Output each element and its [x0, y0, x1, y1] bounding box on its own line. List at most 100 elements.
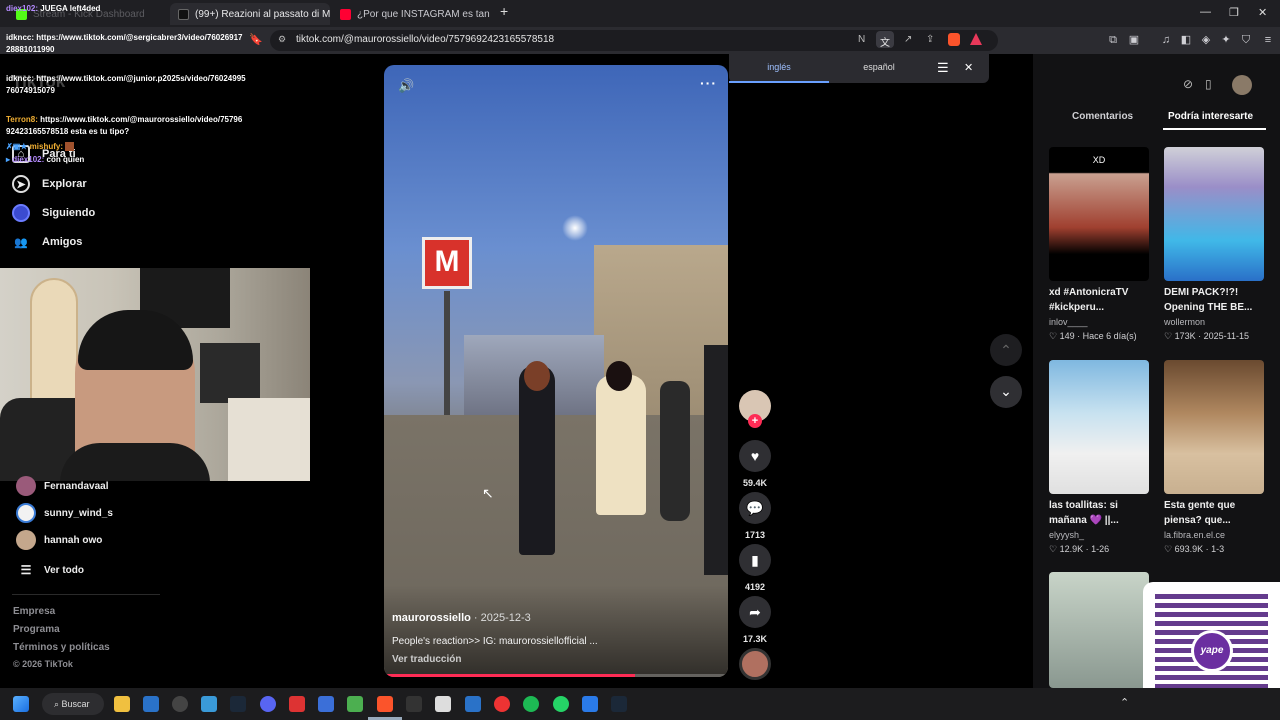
epic-games-icon[interactable] — [406, 696, 422, 712]
bed — [228, 398, 310, 481]
bookmark-icon[interactable]: 🔖 — [249, 34, 263, 46]
steam-icon[interactable] — [230, 696, 246, 712]
app-icon[interactable] — [201, 696, 217, 712]
upload-icon[interactable]: ⊘ — [1183, 77, 1193, 91]
tab-youtube[interactable]: ¿Por que INSTAGRAM es tan RACISTA × — [332, 3, 492, 25]
copyright: © 2026 TikTok — [13, 659, 73, 669]
brave-icon[interactable] — [377, 696, 393, 712]
whatsapp-icon[interactable] — [553, 696, 569, 712]
profile-avatar[interactable] — [1232, 75, 1252, 95]
discord-icon[interactable] — [260, 696, 276, 712]
recommended-video-card[interactable]: las toallitas: si mañana 💜 ||... elyyysh… — [1049, 360, 1149, 555]
translate-off-icon[interactable]: N — [858, 34, 865, 45]
volume-icon[interactable]: 🔊 — [398, 78, 414, 94]
previous-video-button[interactable]: ⌃ — [990, 334, 1022, 366]
video-thumbnail — [1164, 147, 1264, 281]
minecraft-icon[interactable] — [347, 696, 363, 712]
video-thumbnail[interactable] — [1049, 572, 1149, 688]
extensions-icon[interactable]: ⧉ — [1107, 34, 1119, 46]
compass-icon: ➤ — [12, 175, 30, 193]
new-tab-button[interactable]: + — [500, 3, 508, 19]
video-author[interactable]: maurorossiello · 2025-12-3 — [392, 612, 531, 624]
brave-shield-icon[interactable] — [948, 33, 960, 46]
wallet-icon[interactable]: ▣ — [1128, 34, 1140, 46]
file-explorer-icon[interactable] — [114, 696, 130, 712]
windows-start-icon[interactable] — [13, 696, 29, 712]
video-player[interactable]: M 🔊 ··· maurorossiello · 2025-12-3 Peopl… — [384, 65, 728, 677]
calculator-icon[interactable] — [465, 696, 481, 712]
music-disc-icon — [739, 648, 771, 680]
tray-chevron-icon[interactable]: ⌃ — [1120, 696, 1129, 709]
next-video-button[interactable]: ⌄ — [990, 376, 1022, 408]
menu-icon[interactable]: ≡ — [1262, 34, 1274, 46]
share-icon[interactable]: ⇪ — [926, 34, 934, 45]
share-button[interactable]: ➦ 17.3K — [739, 596, 771, 644]
maximize-icon[interactable]: ❐ — [1229, 6, 1239, 19]
recommended-video-card[interactable]: DEMI PACK?!?! Opening THE BE... wollermo… — [1164, 147, 1264, 342]
store-icon[interactable] — [143, 696, 159, 712]
nav-explore[interactable]: ➤ Explorar — [12, 173, 87, 195]
video-stats: ♡ 12.9K · 1-26 — [1049, 544, 1110, 554]
recommended-video-card[interactable]: XD xd #AntonicraTV #kickperu... inlov___… — [1049, 147, 1149, 342]
progress-track[interactable] — [384, 674, 728, 677]
bookmark-icon: ▮ — [739, 544, 771, 576]
following-item[interactable]: sunny_wind_s — [16, 503, 113, 523]
music-icon[interactable]: ♫ — [1160, 34, 1172, 46]
follow-plus-icon[interactable]: + — [748, 414, 762, 428]
nav-friends[interactable]: 👥 Amigos — [12, 231, 82, 253]
translate-target-tab[interactable]: español — [829, 54, 929, 83]
translate-menu-icon[interactable]: ☰ — [937, 60, 949, 76]
vpn-icon[interactable]: ◈ — [1200, 34, 1212, 46]
minimize-icon[interactable]: — — [1200, 6, 1211, 18]
badge-icon: ▸ — [6, 155, 11, 164]
list-icon: ☰ — [20, 563, 32, 577]
footer-link-company[interactable]: Empresa — [13, 606, 55, 617]
comment-button[interactable]: 💬 1713 — [739, 492, 771, 540]
app-icon[interactable] — [435, 696, 451, 712]
notepad-icon[interactable] — [582, 696, 598, 712]
chat-message: idkncc: https://www.tiktok.com/@sergicab… — [6, 33, 243, 54]
url-field[interactable]: ⚙ tiktok.com/@maurorossiello/video/75796… — [270, 30, 998, 51]
save-button[interactable]: ▮ 4192 — [739, 544, 771, 592]
translate-close-icon[interactable]: ✕ — [964, 61, 973, 74]
following-item[interactable]: Fernandavaal — [16, 476, 108, 496]
share-arrow-icon: ➦ — [739, 596, 771, 628]
heart-icon: ♥ — [739, 440, 771, 472]
see-all-link[interactable]: ☰ Ver todo — [16, 560, 84, 580]
steam-icon[interactable] — [611, 696, 627, 712]
device-icon[interactable]: ▯ — [1205, 77, 1212, 91]
ai-icon[interactable]: ✦ — [1220, 34, 1232, 46]
like-button[interactable]: ♥ 59.4K — [739, 440, 771, 488]
translate-icon[interactable]: 文 — [876, 31, 894, 49]
see-translation-link[interactable]: Ver traducción — [392, 654, 461, 665]
translate-source-tab[interactable]: inglés — [729, 54, 829, 83]
chrome-icon[interactable] — [494, 696, 510, 712]
footer-link-terms[interactable]: Términos y políticas — [13, 642, 110, 653]
chat-message: Terron8: https://www.tiktok.com/@mauroro… — [6, 115, 243, 136]
following-item[interactable]: hannah owo — [16, 530, 102, 550]
avatar — [16, 503, 36, 523]
brave-rewards-icon[interactable] — [970, 33, 982, 45]
tab-comments[interactable]: Comentarios — [1072, 111, 1133, 122]
open-external-icon[interactable]: ↗ — [904, 34, 912, 45]
creator-avatar-button[interactable]: + — [739, 390, 771, 428]
more-options-icon[interactable]: ··· — [700, 75, 717, 91]
video-thumbnail — [1164, 360, 1264, 494]
taskbar-search[interactable]: ⌕ Buscar — [42, 693, 104, 715]
obs-icon[interactable] — [172, 696, 188, 712]
tab-recommended[interactable]: Podría interesarte — [1168, 111, 1253, 122]
app-icon[interactable] — [318, 696, 334, 712]
close-window-icon[interactable]: ✕ — [1258, 6, 1267, 19]
chat-message: idkncc: https://www.tiktok.com/@junior.p… — [6, 74, 246, 95]
nav-following[interactable]: Siguiendo — [12, 202, 95, 224]
avatar — [16, 530, 36, 550]
recommended-video-card[interactable]: Esta gente que piensa? que... la.fibra.e… — [1164, 360, 1264, 555]
app-icon[interactable] — [289, 696, 305, 712]
sidebar-icon[interactable]: ◧ — [1180, 34, 1192, 46]
shield-icon[interactable]: ⛉ — [1240, 34, 1252, 46]
spotify-icon[interactable] — [523, 696, 539, 712]
search-icon: ⌕ — [54, 699, 62, 709]
footer-link-program[interactable]: Programa — [13, 624, 60, 635]
music-disc-button[interactable] — [739, 648, 771, 680]
site-settings-icon[interactable]: ⚙ — [278, 34, 286, 45]
